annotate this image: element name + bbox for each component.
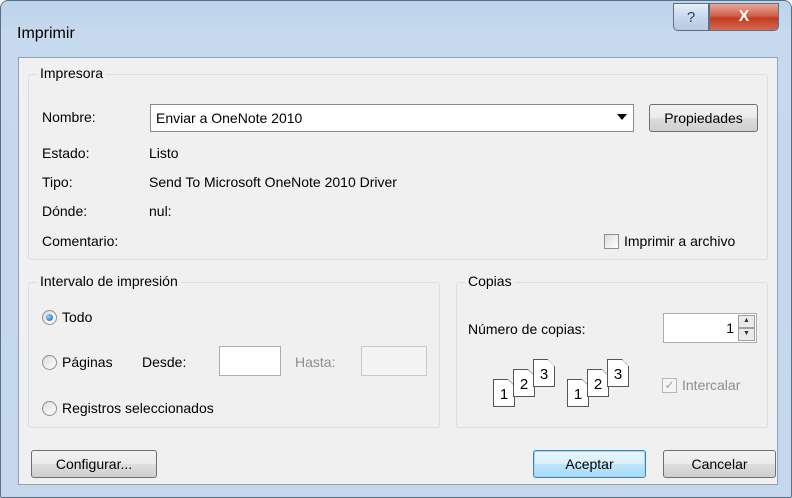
printer-name-value: Enviar a OneNote 2010 xyxy=(156,110,303,126)
collate-page-2: 2 xyxy=(513,369,535,397)
cancel-button[interactable]: Cancelar xyxy=(663,450,776,478)
collate-page-1: 1 xyxy=(493,379,515,407)
from-label: Desde: xyxy=(142,354,187,370)
type-label: Tipo: xyxy=(42,174,73,190)
help-button[interactable]: ? xyxy=(673,3,709,31)
print-to-file-label[interactable]: Imprimir a archivo xyxy=(624,233,735,249)
to-page-input[interactable] xyxy=(361,346,427,376)
comment-label: Comentario: xyxy=(42,233,119,249)
type-value: Send To Microsoft OneNote 2010 Driver xyxy=(149,174,397,190)
printer-name-select[interactable]: Enviar a OneNote 2010 xyxy=(150,104,634,132)
copies-count-value: 1 xyxy=(726,320,734,336)
collate-checkbox[interactable]: ✓ xyxy=(662,378,677,393)
chevron-down-icon xyxy=(617,114,627,120)
close-icon: X xyxy=(738,8,750,25)
copies-legend: Copias xyxy=(465,273,515,289)
ok-button[interactable]: Aceptar xyxy=(533,450,646,478)
collate-page-3b: 3 xyxy=(607,359,629,387)
from-page-input[interactable] xyxy=(219,346,281,376)
title-bar[interactable]: Imprimir ? X xyxy=(1,1,791,57)
close-button[interactable]: X xyxy=(709,3,779,31)
print-range-legend: Intervalo de impresión xyxy=(37,273,181,289)
spin-down-icon[interactable]: ▼ xyxy=(738,328,755,341)
copies-count-label: Número de copias: xyxy=(468,321,586,337)
window-title: Imprimir xyxy=(17,25,75,42)
setup-button[interactable]: Configurar... xyxy=(31,450,157,478)
spin-up-icon[interactable]: ▲ xyxy=(738,315,755,328)
dialog-body: Impresora Nombre: Enviar a OneNote 2010 … xyxy=(18,57,778,485)
range-all-radio[interactable] xyxy=(42,310,57,325)
range-all-label[interactable]: Todo xyxy=(62,309,92,325)
collate-page-2b: 2 xyxy=(587,369,609,397)
print-range-group: Intervalo de impresión Todo Páginas Desd… xyxy=(28,273,440,428)
print-dialog: Imprimir ? X Impresora Nombre: Enviar a … xyxy=(0,0,792,498)
printer-group: Impresora Nombre: Enviar a OneNote 2010 … xyxy=(28,65,768,260)
range-selection-radio[interactable] xyxy=(42,401,57,416)
collate-illustration-icon: 1 2 3 1 2 3 xyxy=(493,359,653,411)
range-selection-label[interactable]: Registros seleccionados xyxy=(62,400,214,416)
collate-page-3: 3 xyxy=(533,359,555,387)
help-icon: ? xyxy=(686,8,696,26)
to-label: Hasta: xyxy=(295,354,336,370)
status-value: Listo xyxy=(149,145,179,161)
status-label: Estado: xyxy=(42,145,90,161)
copies-count-stepper[interactable]: 1 ▲ ▼ xyxy=(663,313,757,343)
range-pages-label[interactable]: Páginas xyxy=(62,354,113,370)
where-value: nul: xyxy=(149,203,172,219)
printer-name-label: Nombre: xyxy=(42,109,96,125)
print-to-file-checkbox[interactable] xyxy=(604,234,619,249)
collate-label[interactable]: Intercalar xyxy=(682,377,740,393)
properties-button[interactable]: Propiedades xyxy=(649,104,758,132)
collate-page-1b: 1 xyxy=(567,379,589,407)
range-pages-radio[interactable] xyxy=(42,355,57,370)
copies-group: Copias Número de copias: 1 ▲ ▼ 1 2 3 1 2… xyxy=(456,273,768,428)
where-label: Dónde: xyxy=(42,203,88,219)
spin-buttons: ▲ ▼ xyxy=(738,315,755,341)
printer-group-legend: Impresora xyxy=(37,65,107,81)
